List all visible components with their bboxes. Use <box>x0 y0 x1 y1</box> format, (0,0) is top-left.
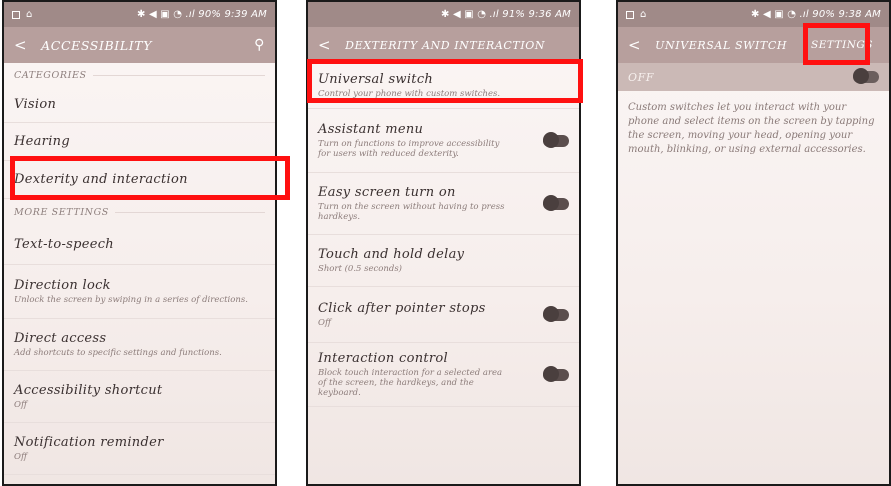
back-arrow-icon[interactable]: < <box>628 36 641 54</box>
item-subtitle: Unlock the screen by swiping in a series… <box>14 295 248 305</box>
item-subtitle: Off <box>318 318 331 328</box>
lock-icon: ⌂ <box>26 9 33 20</box>
item-subtitle: Turn on the screen without having to pre… <box>318 202 505 222</box>
app-bar: < DEXTERITY AND INTERACTION <box>308 27 579 63</box>
section-label: CATEGORIES <box>14 69 87 81</box>
page-title: UNIVERSAL SWITCH <box>655 38 788 52</box>
item-label: Hearing <box>14 134 70 149</box>
setting-item-notification-reminder[interactable]: Notification reminder Off <box>4 423 275 475</box>
item-subtitle: Off <box>14 452 27 462</box>
setting-item-touch-and-hold-delay[interactable]: Touch and hold delay Short (0.5 seconds) <box>308 235 579 287</box>
section-header-more-settings: MORE SETTINGS <box>4 199 275 225</box>
notification-icon <box>12 10 20 19</box>
item-label: Touch and hold delay <box>318 247 465 262</box>
setting-item-direct-access[interactable]: Direct access Add shortcuts to specific s… <box>4 319 275 371</box>
interaction-control-toggle[interactable] <box>543 365 569 382</box>
item-label: Accessibility shortcut <box>14 383 163 398</box>
highlight-box-settings <box>803 23 870 65</box>
back-arrow-icon[interactable]: < <box>318 36 331 54</box>
category-item-vision[interactable]: Vision <box>4 87 275 123</box>
master-switch-row[interactable]: OFF <box>618 63 889 91</box>
universal-switch-toggle[interactable] <box>853 68 879 84</box>
search-icon[interactable]: ⚲ <box>254 37 265 53</box>
status-bar: ⌂ ✱ ◀ ▣ ◔ .ıl 90% 9:39 AM <box>4 2 275 27</box>
status-time: 90% 9:39 AM <box>198 9 267 20</box>
setting-item-text-to-speech[interactable]: Text-to-speech <box>4 225 275 265</box>
signal-icons: ✱ ◀ ▣ ◔ .ıl <box>137 9 199 20</box>
signal-icons: ✱ ◀ ▣ ◔ .ıl <box>751 9 813 20</box>
setting-item-click-after-pointer-stops[interactable]: Click after pointer stops Off <box>308 287 579 343</box>
item-label: Easy screen turn on <box>318 185 456 200</box>
item-label: Assistant menu <box>318 122 424 137</box>
setting-item-easy-screen-turn-on[interactable]: Easy screen turn on Turn on the screen wi… <box>308 173 579 235</box>
back-arrow-icon[interactable]: < <box>14 36 27 54</box>
item-label: Direct access <box>14 331 107 346</box>
page-title: ACCESSIBILITY <box>41 37 153 53</box>
item-label: Interaction control <box>318 351 448 366</box>
setting-item-assistant-menu[interactable]: Assistant menu Turn on functions to impro… <box>308 109 579 173</box>
highlight-box-dexterity <box>10 156 290 200</box>
phone-accessibility: ⌂ ✱ ◀ ▣ ◔ .ıl 90% 9:39 AM < ACCESSIBILIT… <box>2 0 277 486</box>
toggle-knob <box>543 194 559 211</box>
notification-icon <box>626 10 634 19</box>
item-label: Click after pointer stops <box>318 301 486 316</box>
universal-switch-description: Custom switches let you interact with yo… <box>628 102 875 155</box>
assistant-menu-toggle[interactable] <box>543 131 569 148</box>
click-after-pointer-stops-toggle[interactable] <box>543 305 569 322</box>
item-subtitle: Block touch interaction for a selected a… <box>318 368 503 398</box>
signal-icons: ✱ ◀ ▣ ◔ .ıl <box>441 9 503 20</box>
item-subtitle: Turn on functions to improve accessibili… <box>318 139 500 159</box>
app-bar: < ACCESSIBILITY ⚲ <box>4 27 275 63</box>
setting-item-accessibility-shortcut[interactable]: Accessibility shortcut Off <box>4 371 275 423</box>
toggle-knob <box>543 131 559 148</box>
item-subtitle: Off <box>14 400 27 410</box>
toggle-knob <box>543 365 559 382</box>
page-title: DEXTERITY AND INTERACTION <box>345 38 546 52</box>
lock-icon: ⌂ <box>640 9 647 20</box>
toggle-knob <box>853 68 869 84</box>
item-label: Notification reminder <box>14 435 164 450</box>
status-time: 91% 9:36 AM <box>502 9 571 20</box>
setting-item-interaction-control[interactable]: Interaction control Block touch interacti… <box>308 343 579 407</box>
divider <box>114 211 265 213</box>
status-bar: ✱ ◀ ▣ ◔ .ıl 91% 9:36 AM <box>308 2 579 27</box>
toggle-knob <box>543 305 559 322</box>
section-label: MORE SETTINGS <box>14 206 109 218</box>
easy-screen-turn-on-toggle[interactable] <box>543 194 569 211</box>
item-subtitle: Add shortcuts to specific settings and f… <box>14 348 222 358</box>
section-header-categories: CATEGORIES <box>4 63 275 87</box>
switch-state-label: OFF <box>628 70 655 84</box>
divider <box>92 74 265 76</box>
item-subtitle: Short (0.5 seconds) <box>318 264 402 274</box>
highlight-box-universal-switch <box>307 59 583 103</box>
item-label: Vision <box>14 97 57 112</box>
item-label: Text-to-speech <box>14 237 114 252</box>
status-time: 90% 9:38 AM <box>812 9 881 20</box>
setting-item-direction-lock[interactable]: Direction lock Unlock the screen by swipi… <box>4 265 275 319</box>
item-label: Direction lock <box>14 278 111 293</box>
phone-universal-switch: ⌂ ✱ ◀ ▣ ◔ .ıl 90% 9:38 AM < UNIVERSAL SW… <box>616 0 891 486</box>
